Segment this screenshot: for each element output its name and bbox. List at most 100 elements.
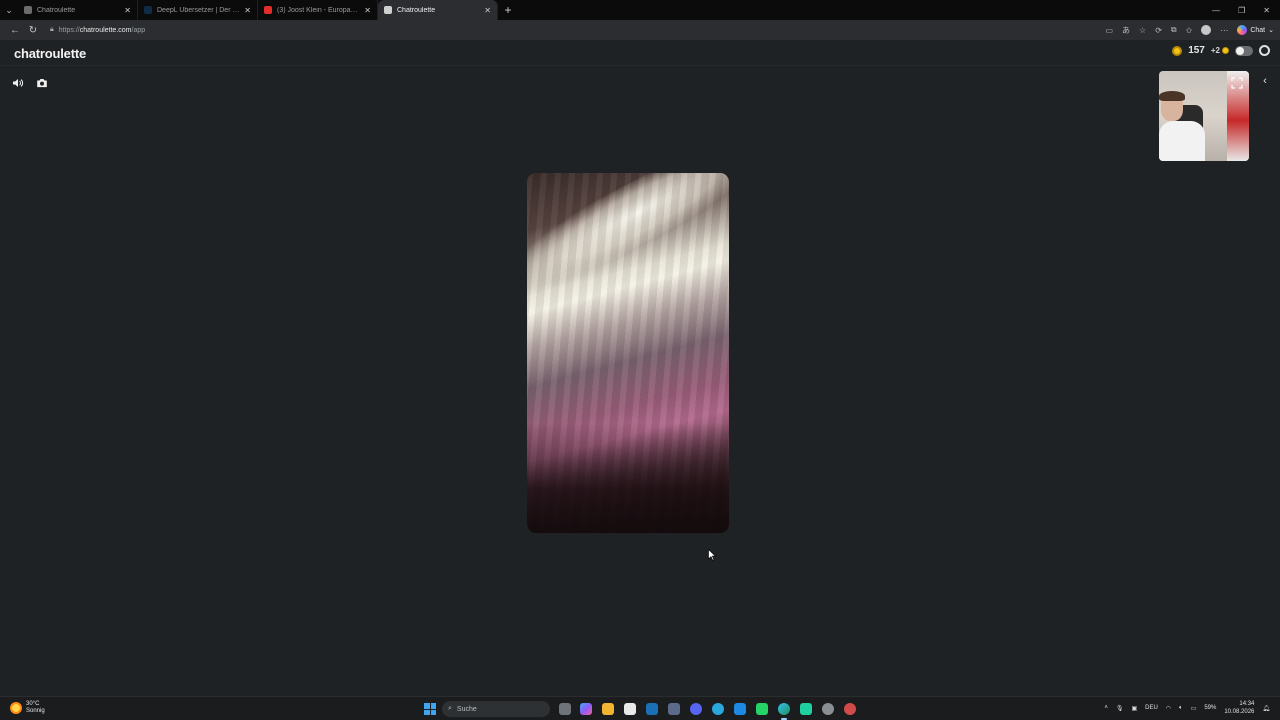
camera-permission-icon[interactable]: ▭	[1105, 26, 1113, 35]
close-tab-icon[interactable]: ✕	[364, 6, 371, 15]
tab-title: Chatroulette	[397, 6, 436, 14]
close-tab-icon[interactable]: ✕	[124, 6, 131, 15]
address-bar: ← ↻ 🔒︎ https:// chatroulette.com /app ▭ …	[0, 20, 1280, 40]
tab-chatroulette-1[interactable]: Chatroulette ✕	[18, 0, 138, 20]
tab-actions-menu-icon[interactable]: ⌄	[0, 0, 18, 20]
favorites-icon[interactable]: ✩	[1186, 26, 1193, 35]
search-placeholder: Suche	[456, 705, 477, 713]
battery-icon[interactable]: ▭	[1191, 705, 1197, 712]
tab-youtube[interactable]: (3) Joost Klein - Europapa (Hardst ✕	[258, 0, 378, 20]
copilot-chat-button[interactable]: Chat ⌄	[1237, 25, 1274, 35]
windows-taskbar: 30°C Sonnig ⌕ Suche ˄ 🎙︎ ▣ DEU ◠ 🔈︎ ▭ 59…	[0, 696, 1280, 720]
telegram-icon[interactable]	[712, 703, 724, 715]
reload-icon[interactable]: ↻	[24, 25, 42, 36]
tray-app-icon[interactable]: ▣	[1131, 705, 1137, 712]
mail-icon[interactable]	[734, 703, 746, 715]
self-camera-preview[interactable]	[1159, 71, 1249, 161]
extensions-icon[interactable]: ⧉	[1171, 25, 1177, 35]
translate-icon[interactable]: あ	[1122, 25, 1130, 36]
weather-desc: Sonnig	[26, 708, 45, 714]
tab-deepl[interactable]: DeepL Übersetzer | Der präziseste ✕	[138, 0, 258, 20]
profile-avatar[interactable]	[1201, 25, 1212, 35]
notes-app-icon[interactable]	[668, 703, 680, 715]
coin-bonus-value: +2	[1210, 46, 1220, 55]
url-prefix: https://	[58, 26, 80, 34]
discord-icon[interactable]	[690, 703, 702, 715]
tab-title: Chatroulette	[37, 6, 76, 14]
copilot-app-icon[interactable]	[580, 703, 592, 715]
copilot-icon	[1237, 25, 1248, 35]
more-menu-icon[interactable]: ⋯	[1220, 26, 1228, 35]
clock-time: 14:34	[1239, 701, 1255, 707]
mouse-cursor-icon	[708, 549, 716, 561]
clock[interactable]: 14:34 10.08.2026	[1224, 700, 1254, 716]
weather-widget[interactable]: 30°C Sonnig	[10, 701, 45, 715]
coin-small-icon	[1222, 47, 1229, 54]
microphone-icon[interactable]: 🎙︎	[1116, 705, 1124, 712]
collapse-panel-icon[interactable]: ‹	[1258, 74, 1272, 88]
address-bar-tools: ▭ あ ☆ ⟳ ⧉ ✩ ⋯ Chat ⌄	[1105, 25, 1274, 36]
file-explorer-icon[interactable]	[602, 703, 614, 715]
language-indicator[interactable]: DEU	[1145, 705, 1158, 711]
self-view-person-hair	[1159, 91, 1185, 101]
battery-level: 59%	[1204, 705, 1217, 711]
chat-label: Chat	[1250, 26, 1266, 34]
chevron-down-icon: ⌄	[1268, 27, 1274, 34]
steam-icon[interactable]	[646, 703, 658, 715]
system-tray: ˄ 🎙︎ ▣ DEU ◠ 🔈︎ ▭ 59% 14:34 10.08.2026 🔔…	[1104, 700, 1270, 716]
tab-title: DeepL Übersetzer | Der präziseste	[157, 6, 240, 14]
speaker-icon[interactable]	[11, 76, 25, 90]
start-logo-tile	[424, 703, 430, 709]
start-button[interactable]	[424, 703, 436, 715]
weather-text: 30°C Sonnig	[26, 701, 45, 715]
settings-icon[interactable]	[822, 703, 834, 715]
tab-favicon-icon	[264, 6, 272, 14]
task-view-icon[interactable]	[559, 703, 571, 715]
tab-favicon-icon	[24, 6, 32, 14]
search-icon: ⌕	[448, 705, 452, 712]
lock-icon[interactable]: 🔒︎	[50, 26, 54, 34]
back-icon[interactable]: ←	[6, 25, 24, 36]
window-controls: — ❐ ✕	[1212, 6, 1280, 15]
site-logo[interactable]: chatroulette	[14, 46, 86, 61]
start-logo-tile	[424, 709, 430, 715]
coin-balance[interactable]: 157	[1188, 45, 1205, 56]
coin-icon	[1172, 45, 1183, 56]
volume-icon[interactable]: 🔈︎	[1179, 705, 1183, 712]
store-icon[interactable]	[624, 703, 636, 715]
spotify-like-app-icon[interactable]	[800, 703, 812, 715]
recorder-app-icon[interactable]	[844, 703, 856, 715]
url-field[interactable]: 🔒︎ https:// chatroulette.com /app	[50, 22, 1105, 38]
close-tab-icon[interactable]: ✕	[244, 6, 251, 15]
restore-icon[interactable]: ❐	[1238, 6, 1245, 15]
start-logo-tile	[430, 709, 436, 715]
whatsapp-icon[interactable]	[756, 703, 768, 715]
taskbar-search[interactable]: ⌕ Suche	[442, 701, 550, 717]
browser-tab-strip: ⌄ Chatroulette ✕ DeepL Übersetzer | Der …	[0, 0, 1280, 20]
tab-title: (3) Joost Klein - Europapa (Hardst	[277, 6, 360, 14]
new-tab-button[interactable]: +	[498, 3, 518, 17]
tray-overflow-icon[interactable]: ˄	[1104, 705, 1108, 711]
sun-icon	[10, 702, 22, 714]
edge-browser-icon[interactable]	[778, 703, 790, 715]
fullscreen-icon[interactable]	[1230, 76, 1244, 90]
clock-date: 10.08.2026	[1224, 709, 1255, 715]
close-tab-icon[interactable]: ✕	[484, 6, 491, 15]
favorite-star-icon[interactable]: ☆	[1139, 26, 1146, 35]
remote-video-feed	[527, 173, 729, 533]
minimize-icon[interactable]: —	[1212, 6, 1220, 15]
wifi-icon[interactable]: ◠	[1166, 705, 1171, 712]
coin-bonus[interactable]: +2	[1211, 46, 1229, 55]
notifications-icon[interactable]: 🔔︎	[1262, 705, 1270, 712]
close-window-icon[interactable]: ✕	[1263, 6, 1270, 15]
header-right: 157 +2	[1172, 45, 1270, 56]
camera-flip-icon[interactable]	[35, 76, 49, 90]
refresh-page-icon[interactable]: ⟳	[1155, 26, 1162, 35]
weather-temp: 30°C	[26, 701, 40, 707]
start-logo-tile	[430, 703, 436, 709]
tab-chatroulette-active[interactable]: Chatroulette ✕	[378, 0, 498, 20]
theme-toggle[interactable]	[1235, 45, 1253, 56]
self-view-person-body	[1159, 121, 1205, 161]
account-icon[interactable]	[1259, 45, 1270, 56]
video-stage: ‹	[0, 66, 1280, 694]
